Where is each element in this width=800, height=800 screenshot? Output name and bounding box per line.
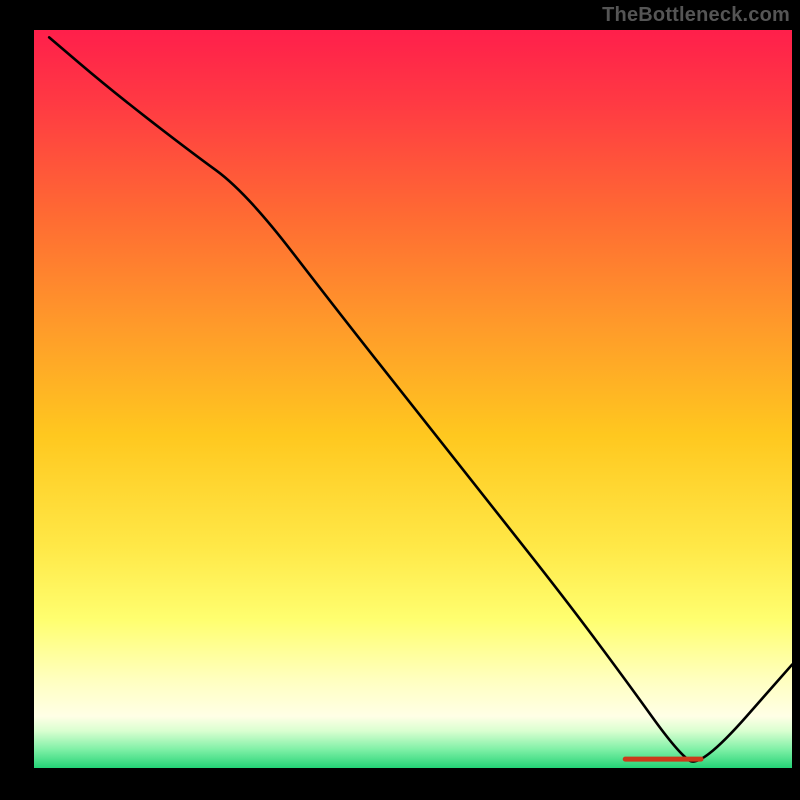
bottleneck-chart (0, 0, 800, 800)
heat-gradient (34, 30, 792, 768)
attribution-watermark: TheBottleneck.com (602, 4, 790, 27)
plot-area (34, 30, 792, 768)
